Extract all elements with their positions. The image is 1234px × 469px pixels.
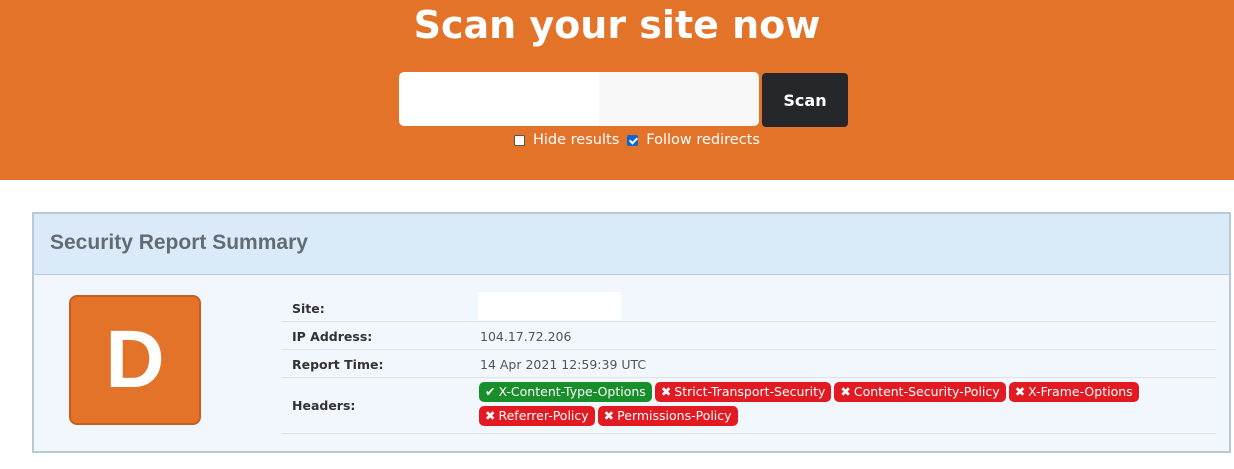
hide-results-checkbox[interactable] [514,134,525,146]
report-info-table: Site: IP Address: 104.17.72.206 Report T… [282,292,1216,434]
check-icon: ✔ [485,384,496,399]
headers-label: Headers: [292,398,356,413]
hide-results-label: Hide results [533,132,620,148]
site-row: Site: [282,292,1216,322]
x-icon: ✖ [603,408,615,423]
ip-row: IP Address: 104.17.72.206 [282,322,1216,350]
header-badges: ✔ X-Content-Type-Options ✖ Strict-Transport… [479,382,1199,430]
header-badge[interactable]: ✖ Permissions-Policy [597,406,738,426]
header-badge[interactable]: ✔ X-Content-Type-Options [479,382,652,402]
x-icon: ✖ [660,384,672,399]
report-time-value: 14 Apr 2021 12:59:39 UTC [480,357,647,372]
scan-options: Hide results Follow redirects [514,129,760,151]
site-value[interactable] [478,292,621,320]
hide-results-option[interactable]: Hide results [514,132,619,148]
panel-header: Security Report Summary [34,214,1229,275]
security-report-panel: Security Report Summary D Site: IP Addre… [32,212,1231,453]
hero-title: Scan your site now [413,3,821,47]
header-badge-label: Referrer-Policy [498,408,589,423]
follow-redirects-option[interactable]: Follow redirects [627,132,760,148]
header-badge-label: X-Content-Type-Options [498,384,646,399]
header-badge[interactable]: ✖ Content-Security-Policy [834,382,1006,402]
site-url-input[interactable] [399,72,759,126]
follow-redirects-label: Follow redirects [646,132,760,148]
x-icon: ✖ [1014,384,1026,399]
header-badge[interactable]: ✖ Strict-Transport-Security [654,382,832,402]
panel-title: Security Report Summary [50,231,308,254]
grade-badge: D [69,295,201,425]
x-icon: ✖ [840,384,851,399]
header-badge-label: Permissions-Policy [617,408,732,423]
header-badge-label: Content-Security-Policy [853,384,1000,399]
scan-button[interactable]: Scan [762,73,848,127]
header-badge[interactable]: ✖ X-Frame-Options [1008,382,1139,402]
x-icon: ✖ [485,408,496,423]
follow-redirects-checkbox[interactable] [627,134,639,146]
report-time-row: Report Time: 14 Apr 2021 12:59:39 UTC [282,350,1216,378]
ip-value: 104.17.72.206 [480,329,572,344]
header-badge[interactable]: ✖ Referrer-Policy [479,406,595,426]
scan-hero: Scan your site now Scan Hide results Fol… [0,0,1234,180]
headers-row: Headers: ✔ X-Content-Type-Options ✖ Strict-… [282,378,1216,434]
header-badge-label: Strict-Transport-Security [674,384,826,399]
site-label: Site: [292,301,325,316]
header-badge-label: X-Frame-Options [1028,384,1133,399]
report-time-label: Report Time: [292,357,384,372]
ip-label: IP Address: [292,329,373,344]
